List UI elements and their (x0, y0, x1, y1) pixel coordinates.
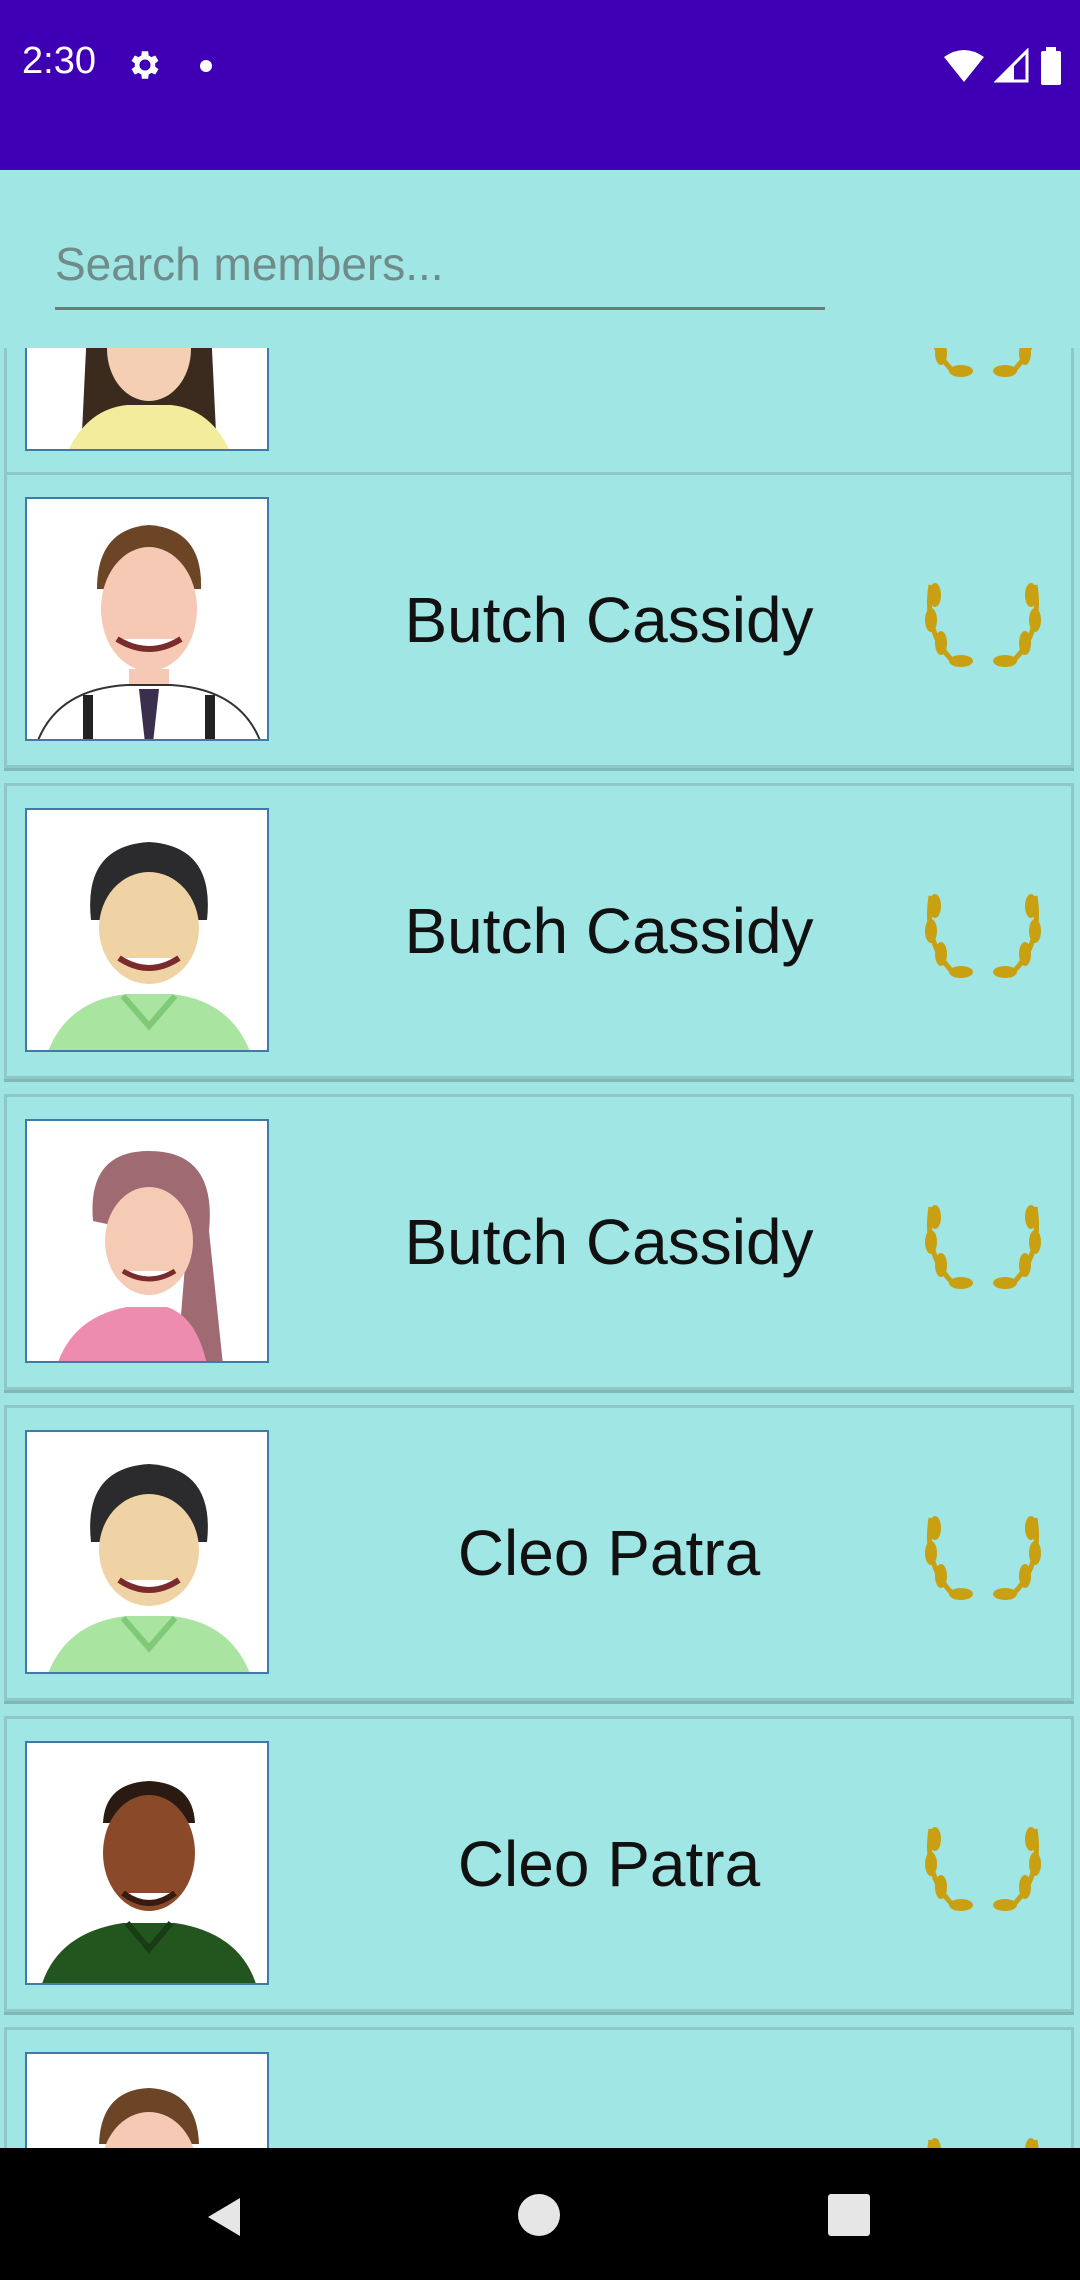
avatar (25, 808, 269, 1052)
back-icon[interactable] (200, 2192, 250, 2242)
member-name: Cleo Patra (457, 1517, 761, 1589)
notification-dot-icon (200, 60, 212, 72)
avatar (25, 348, 269, 451)
member-name: Cleo Patra (457, 1828, 761, 1900)
member-name: Butch Cassidy (404, 584, 814, 656)
avatar (25, 1741, 269, 1985)
member-list[interactable]: Butch Cassidy Butch Cassidy Butch Cassid… (0, 348, 1080, 2148)
member-card[interactable]: Butch Cassidy (4, 472, 1074, 768)
laurel-icon (925, 1205, 1041, 1289)
recents-icon[interactable] (828, 2194, 870, 2236)
navigation-bar (0, 2148, 1080, 2280)
laurel-icon (925, 583, 1041, 667)
laurel-icon (925, 1827, 1041, 1911)
laurel-icon (925, 1516, 1041, 1600)
member-name: Butch Cassidy (404, 1206, 814, 1278)
wifi-icon (944, 50, 984, 82)
member-name: Butch Cassidy (404, 895, 814, 967)
laurel-icon (927, 2138, 1039, 2148)
member-card[interactable]: Cleo Patra (4, 1405, 1074, 1701)
status-bar: 2:30 (0, 0, 1080, 170)
app-toolbar (0, 170, 1080, 348)
member-name (269, 2030, 949, 2148)
member-card[interactable]: Cleo Patra (4, 1716, 1074, 2012)
laurel-icon (925, 894, 1041, 978)
status-time: 2:30 (22, 40, 96, 82)
avatar (25, 497, 269, 741)
avatar (25, 1119, 269, 1363)
search-input[interactable] (55, 220, 825, 310)
laurel-icon (933, 348, 1033, 377)
gear-icon (131, 51, 159, 79)
cell-signal-icon (994, 48, 1029, 83)
member-card[interactable] (4, 2027, 1074, 2148)
member-card[interactable] (4, 348, 1074, 478)
member-card[interactable]: Butch Cassidy (4, 783, 1074, 1079)
home-icon[interactable] (518, 2194, 560, 2236)
avatar (25, 2052, 269, 2148)
avatar (25, 1430, 269, 1674)
status-icons (944, 46, 1062, 86)
member-name (269, 348, 949, 475)
battery-icon (1041, 47, 1061, 85)
member-card[interactable]: Butch Cassidy (4, 1094, 1074, 1390)
